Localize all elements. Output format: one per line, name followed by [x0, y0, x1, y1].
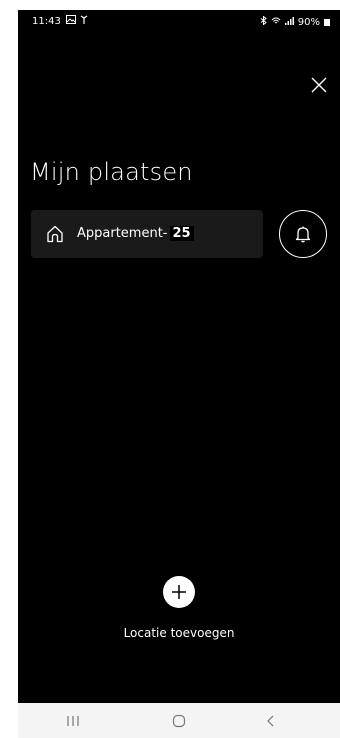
app-screen: 11:43 90% Mijn plaatsen Appartement- 25 … — [18, 10, 340, 703]
recent-apps-icon — [67, 716, 79, 726]
back-button[interactable] — [256, 711, 286, 731]
status-bar: 11:43 90% — [18, 10, 340, 34]
notifications-button[interactable] — [279, 210, 327, 258]
place-card[interactable]: Appartement- 25 — [31, 210, 263, 258]
add-location-label[interactable]: Locatie toevoegen — [18, 626, 340, 640]
home-nav-icon — [172, 714, 186, 728]
back-icon — [267, 715, 274, 727]
close-icon — [311, 77, 327, 93]
bell-icon — [295, 226, 311, 243]
battery-icon — [324, 18, 330, 26]
home-nav-button[interactable] — [164, 711, 194, 731]
recent-apps-button[interactable] — [58, 711, 88, 731]
place-label: Appartement- 25 — [77, 226, 194, 241]
plus-icon — [172, 585, 186, 599]
add-location-button[interactable] — [163, 576, 195, 608]
status-time: 11:43 — [32, 16, 61, 27]
status-right: 90% — [260, 15, 330, 28]
image-icon — [66, 15, 76, 27]
page-title: Mijn plaatsen — [30, 158, 193, 186]
home-icon — [47, 225, 63, 243]
status-left-icons — [66, 15, 88, 27]
wifi-icon — [271, 17, 281, 28]
place-number: 25 — [169, 226, 194, 241]
close-button[interactable] — [308, 74, 330, 96]
battery-percentage: 90% — [297, 16, 320, 28]
signal-icon — [284, 16, 294, 28]
antenna-icon — [80, 15, 88, 27]
bluetooth-icon — [260, 15, 267, 28]
navigation-bar — [18, 703, 340, 738]
place-name: Appartement- — [77, 226, 168, 241]
